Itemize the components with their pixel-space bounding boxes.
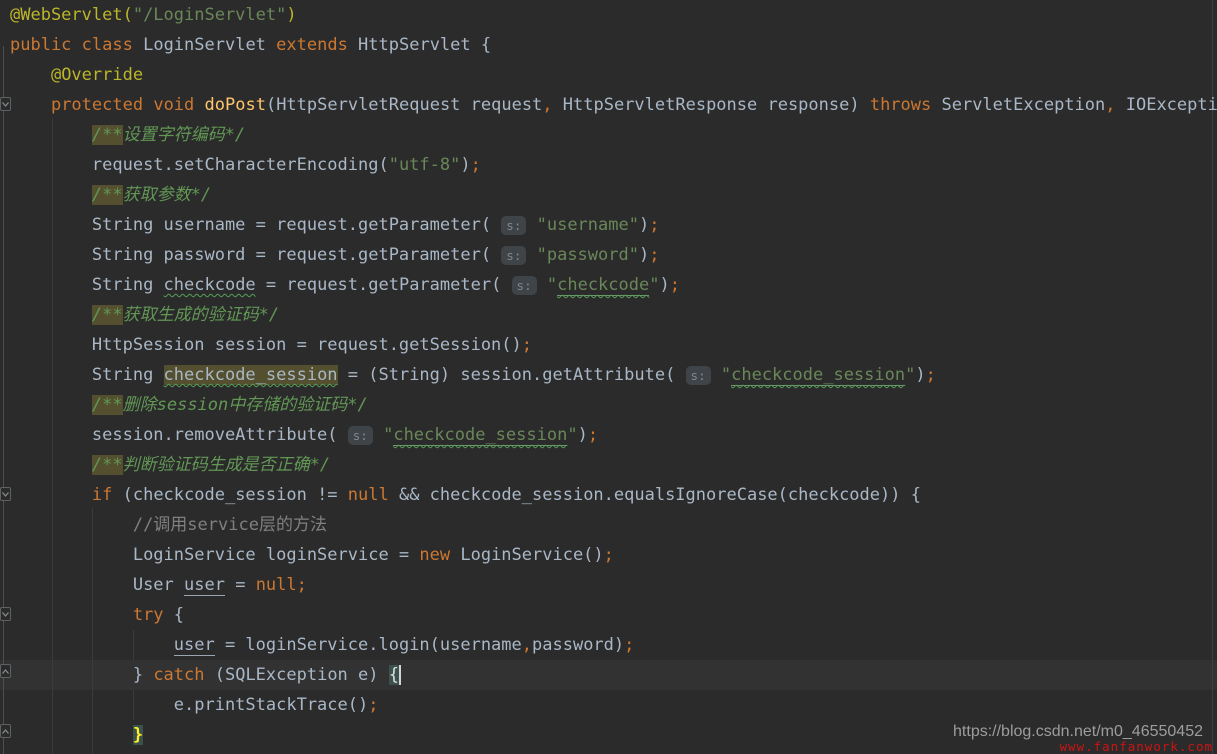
code-line[interactable]: /**判断验证码生成是否正确*/ xyxy=(0,450,1217,480)
parameter-inlay-hint: s: xyxy=(501,246,526,265)
parameter-inlay-hint: s: xyxy=(512,276,537,295)
text-caret xyxy=(399,665,401,685)
parameter-inlay-hint: s: xyxy=(501,216,526,235)
code-editor[interactable]: @WebServlet("/LoginServlet")public class… xyxy=(0,0,1217,754)
code-line[interactable]: user = loginService.login(username,passw… xyxy=(0,630,1217,660)
code-line[interactable]: String username = request.getParameter( … xyxy=(0,210,1217,240)
code-line[interactable]: protected void doPost(HttpServletRequest… xyxy=(0,90,1217,120)
code-line[interactable]: LoginService loginService = new LoginSer… xyxy=(0,540,1217,570)
code-line[interactable]: String checkcode_session = (String) sess… xyxy=(0,360,1217,390)
code-line[interactable]: //调用service层的方法 xyxy=(0,510,1217,540)
code-line[interactable]: if (checkcode_session != null && checkco… xyxy=(0,480,1217,510)
code-line[interactable]: session.removeAttribute( s: "checkcode_s… xyxy=(0,420,1217,450)
code-line[interactable]: /**删除session中存储的验证码*/ xyxy=(0,390,1217,420)
code-line[interactable]: User user = null; xyxy=(0,570,1217,600)
parameter-inlay-hint: s: xyxy=(686,366,711,385)
code-line[interactable]: /**获取参数*/ xyxy=(0,180,1217,210)
code-line[interactable]: /**设置字符编码*/ xyxy=(0,120,1217,150)
watermark-site: www.fanfanwork.com xyxy=(1060,739,1213,754)
code-line[interactable]: e.printStackTrace(); xyxy=(0,690,1217,720)
code-line[interactable]: try { xyxy=(0,600,1217,630)
parameter-inlay-hint: s: xyxy=(348,426,373,445)
code-line[interactable]: } catch (SQLException e) { xyxy=(0,660,1217,690)
code-line[interactable]: public class LoginServlet extends HttpSe… xyxy=(0,30,1217,60)
code-line[interactable]: String password = request.getParameter( … xyxy=(0,240,1217,270)
code-line[interactable]: request.setCharacterEncoding("utf-8"); xyxy=(0,150,1217,180)
code-line[interactable]: @WebServlet("/LoginServlet") xyxy=(0,0,1217,30)
code-line[interactable]: /**获取生成的验证码*/ xyxy=(0,300,1217,330)
code-line[interactable]: @Override xyxy=(0,60,1217,90)
code-line[interactable]: String checkcode = request.getParameter(… xyxy=(0,270,1217,300)
code-area[interactable]: @WebServlet("/LoginServlet")public class… xyxy=(0,0,1217,750)
code-line[interactable]: HttpSession session = request.getSession… xyxy=(0,330,1217,360)
